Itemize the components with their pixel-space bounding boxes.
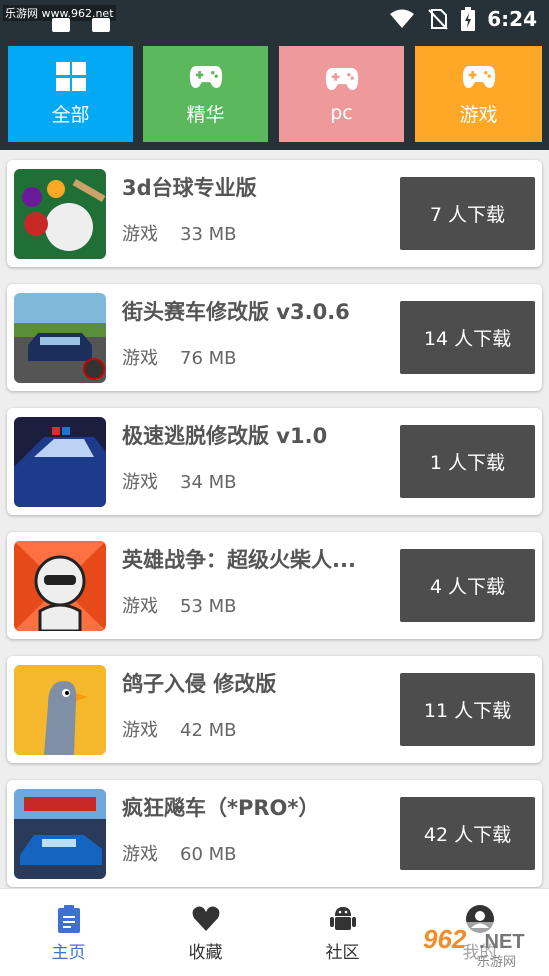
app-thumbnail — [14, 169, 106, 259]
app-size: 76 MB — [180, 348, 237, 369]
no-sim-icon — [428, 9, 448, 30]
list-item[interactable]: 极速逃脱修改版 v1.0 游戏 34 MB 1 人下载 — [7, 408, 542, 515]
download-button[interactable]: 4 人下载 — [400, 549, 535, 622]
download-button[interactable]: 1 人下载 — [400, 425, 535, 498]
nav-label: 主页 — [51, 942, 86, 963]
status-bar: 乐游网 www.962.net 6:24 — [0, 0, 549, 38]
svg-text:乐游网: 乐游网 — [477, 955, 516, 970]
category-label: 游戏 — [459, 103, 498, 126]
app-thumbnail — [14, 417, 106, 507]
app-thumbnail — [14, 541, 106, 631]
download-button[interactable]: 11 人下载 — [400, 673, 535, 746]
list-item[interactable]: 3d台球专业版 游戏 33 MB 7 人下载 — [7, 160, 542, 267]
app-size: 60 MB — [180, 844, 237, 865]
gamepad-icon — [462, 65, 495, 88]
gamepad-icon — [189, 65, 222, 88]
svg-text:.NET: .NET — [479, 931, 525, 953]
heart-icon — [192, 906, 219, 931]
app-title: 极速逃脱修改版 v1.0 — [122, 424, 328, 448]
category-all[interactable]: 全部 — [8, 46, 133, 142]
notification-icon — [92, 18, 110, 32]
download-button[interactable]: 14 人下载 — [400, 301, 535, 374]
app-meta: 游戏 53 MB — [122, 592, 237, 618]
category-pc[interactable]: pc — [279, 46, 404, 142]
app-category: 游戏 — [122, 224, 158, 245]
app-meta: 游戏 33 MB — [122, 220, 237, 246]
category-featured[interactable]: 精华 — [143, 46, 268, 142]
app-meta: 游戏 60 MB — [122, 840, 237, 866]
nav-favorites[interactable]: 收藏 — [137, 889, 274, 976]
clock: 6:24 — [487, 7, 537, 31]
app-meta: 游戏 42 MB — [122, 716, 237, 742]
app-size: 42 MB — [180, 720, 237, 741]
battery-icon — [461, 7, 476, 31]
app-thumbnail — [14, 293, 106, 383]
list-item[interactable]: 英雄战争：超级火柴人... 游戏 53 MB 4 人下载 — [7, 532, 542, 639]
list-item[interactable]: 鸽子入侵 修改版 游戏 42 MB 11 人下载 — [7, 656, 542, 763]
app-title: 疯狂飚车（*PRO*） — [122, 796, 320, 820]
app-category: 游戏 — [122, 472, 158, 493]
app-size: 34 MB — [180, 472, 237, 493]
notification-icon — [52, 18, 70, 32]
app-meta: 游戏 34 MB — [122, 468, 237, 494]
bottom-navigation: 主页 收藏 社区 我的 962 .NET 乐游网 — [0, 888, 549, 976]
svg-text:962: 962 — [423, 924, 467, 954]
category-label: 全部 — [51, 103, 90, 126]
app-title: 英雄战争：超级火柴人... — [122, 548, 356, 572]
app-thumbnail — [14, 665, 106, 755]
category-games[interactable]: 游戏 — [415, 46, 542, 142]
app-title: 3d台球专业版 — [122, 176, 257, 200]
wifi-icon — [390, 9, 415, 28]
app-category: 游戏 — [122, 348, 158, 369]
nav-label: 收藏 — [188, 942, 223, 963]
app-size: 33 MB — [180, 224, 237, 245]
gamepad-icon — [325, 67, 358, 91]
app-title: 街头赛车修改版 v3.0.6 — [122, 300, 350, 324]
app-list[interactable]: 3d台球专业版 游戏 33 MB 7 人下载 街头赛车修改版 v3.0.6 游戏 7… — [0, 150, 549, 888]
app-title: 鸽子入侵 修改版 — [122, 672, 277, 696]
app-thumbnail — [14, 789, 106, 879]
download-button[interactable]: 42 人下载 — [400, 797, 535, 870]
app-category: 游戏 — [122, 596, 158, 617]
app-category: 游戏 — [122, 844, 158, 865]
app-category: 游戏 — [122, 720, 158, 741]
category-bar: 全部 精华 pc 游戏 — [0, 38, 549, 150]
category-label: pc — [330, 102, 353, 124]
app-size: 53 MB — [180, 596, 237, 617]
watermark-logo: 962 .NET 乐游网 — [417, 922, 545, 970]
android-icon — [329, 906, 356, 930]
nav-community[interactable]: 社区 — [274, 889, 411, 976]
download-button[interactable]: 7 人下载 — [400, 177, 535, 250]
list-item[interactable]: 疯狂飚车（*PRO*） 游戏 60 MB 42 人下载 — [7, 780, 542, 887]
grid-icon — [55, 61, 86, 91]
list-item[interactable]: 街头赛车修改版 v3.0.6 游戏 76 MB 14 人下载 — [7, 284, 542, 391]
nav-label: 社区 — [325, 942, 360, 963]
category-label: 精华 — [186, 103, 225, 126]
app-meta: 游戏 76 MB — [122, 344, 237, 370]
clipboard-icon — [57, 904, 80, 933]
nav-home[interactable]: 主页 — [0, 889, 137, 976]
